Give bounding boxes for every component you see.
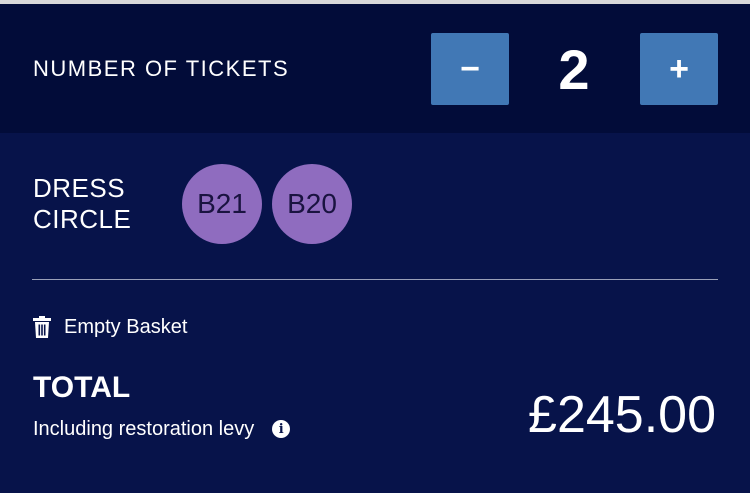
levy-note: Including restoration levy i	[33, 416, 291, 442]
basket-summary: DRESS CIRCLE B21 B20 Empty Basket TOTAL …	[0, 133, 750, 493]
empty-basket-button[interactable]: Empty Basket	[33, 315, 187, 339]
seat-badge[interactable]: B21	[182, 164, 262, 244]
levy-note-text: Including restoration levy	[33, 417, 255, 440]
ticket-count-value: 2	[558, 37, 590, 101]
seating-section-name: DRESS CIRCLE	[33, 173, 131, 235]
seat-badge[interactable]: B20	[272, 164, 352, 244]
ticket-count-bar: NUMBER OF TICKETS − 2 +	[0, 4, 750, 133]
decrease-tickets-button[interactable]: −	[431, 33, 509, 105]
info-icon[interactable]: i	[272, 420, 291, 438]
increase-tickets-button[interactable]: +	[640, 33, 718, 105]
total-label: TOTAL	[33, 371, 131, 404]
trash-icon	[33, 316, 51, 338]
section-name-line-1: DRESS	[33, 173, 126, 203]
divider	[32, 279, 718, 280]
section-name-line-2: CIRCLE	[33, 204, 132, 234]
total-amount: £245.00	[528, 386, 716, 444]
empty-basket-label: Empty Basket	[64, 315, 188, 338]
number-of-tickets-label: NUMBER OF TICKETS	[33, 56, 290, 81]
